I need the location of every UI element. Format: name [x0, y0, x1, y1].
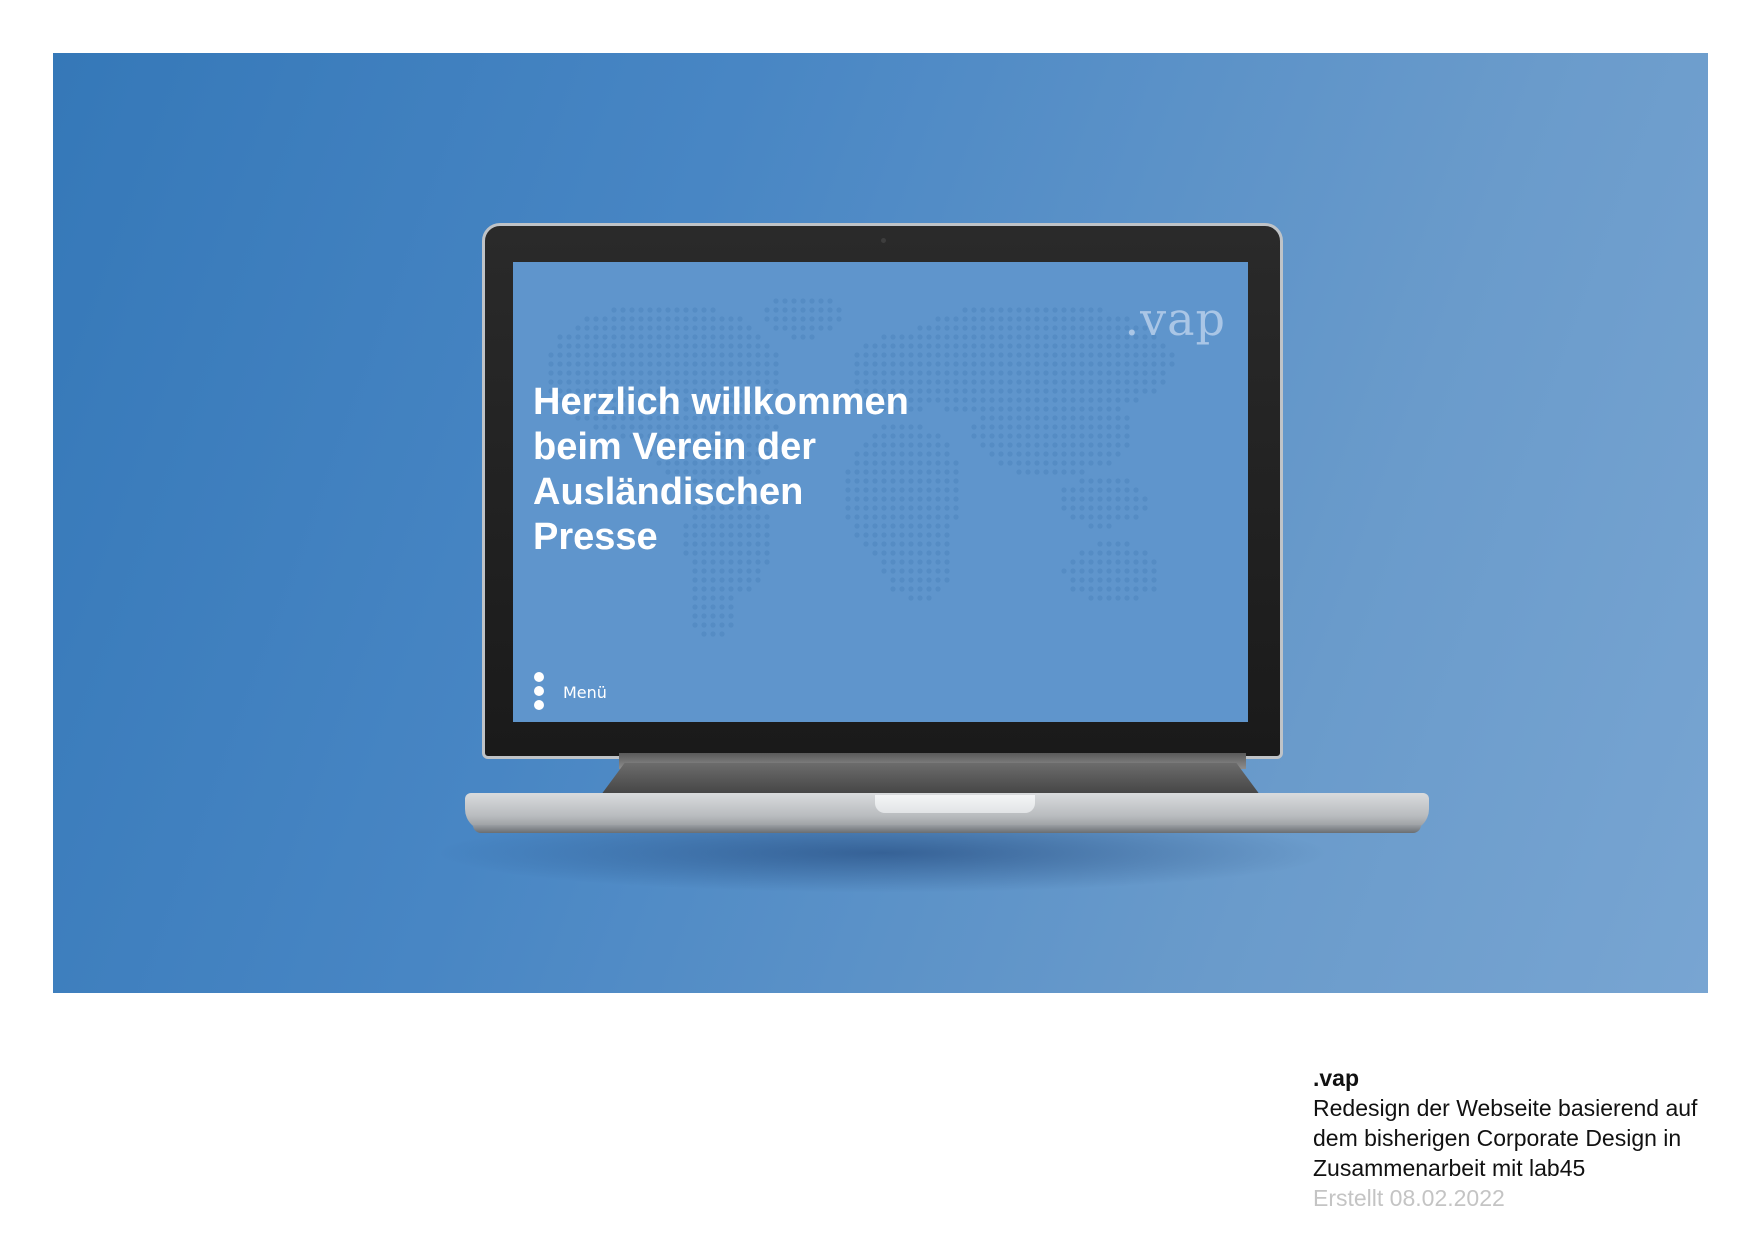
welcome-line: Presse	[533, 516, 658, 558]
camera-icon	[880, 238, 886, 243]
welcome-line: Ausländischen	[533, 471, 804, 513]
laptop-screen: .vap Herzlich willkommen beim Verein der…	[513, 262, 1248, 722]
caption-description-line: dem bisherigen Corporate Design in	[1313, 1125, 1682, 1151]
caption-description-line: Redesign der Webseite basierend auf	[1313, 1095, 1698, 1121]
caption-description-line: Zusammenarbeit mit lab45	[1313, 1155, 1586, 1181]
vertical-dots-icon	[533, 672, 545, 712]
menu-button[interactable]: Menü	[533, 672, 633, 712]
vap-logo[interactable]: .vap	[1125, 292, 1226, 346]
hero-image: .vap Herzlich willkommen beim Verein der…	[53, 53, 1708, 993]
welcome-line: Herzlich willkommen	[533, 381, 909, 423]
caption-date: Erstellt 08.02.2022	[1313, 1185, 1505, 1211]
caption-block: .vap Redesign der Webseite basierend auf…	[1313, 1063, 1733, 1213]
laptop-base-edge	[473, 825, 1421, 833]
menu-label: Menü	[563, 682, 607, 702]
laptop-notch	[875, 795, 1035, 813]
welcome-heading: Herzlich willkommen beim Verein der Ausl…	[533, 380, 953, 560]
caption-title: .vap	[1313, 1065, 1360, 1091]
welcome-line: beim Verein der	[533, 426, 817, 468]
laptop-lid: .vap Herzlich willkommen beim Verein der…	[482, 223, 1283, 759]
